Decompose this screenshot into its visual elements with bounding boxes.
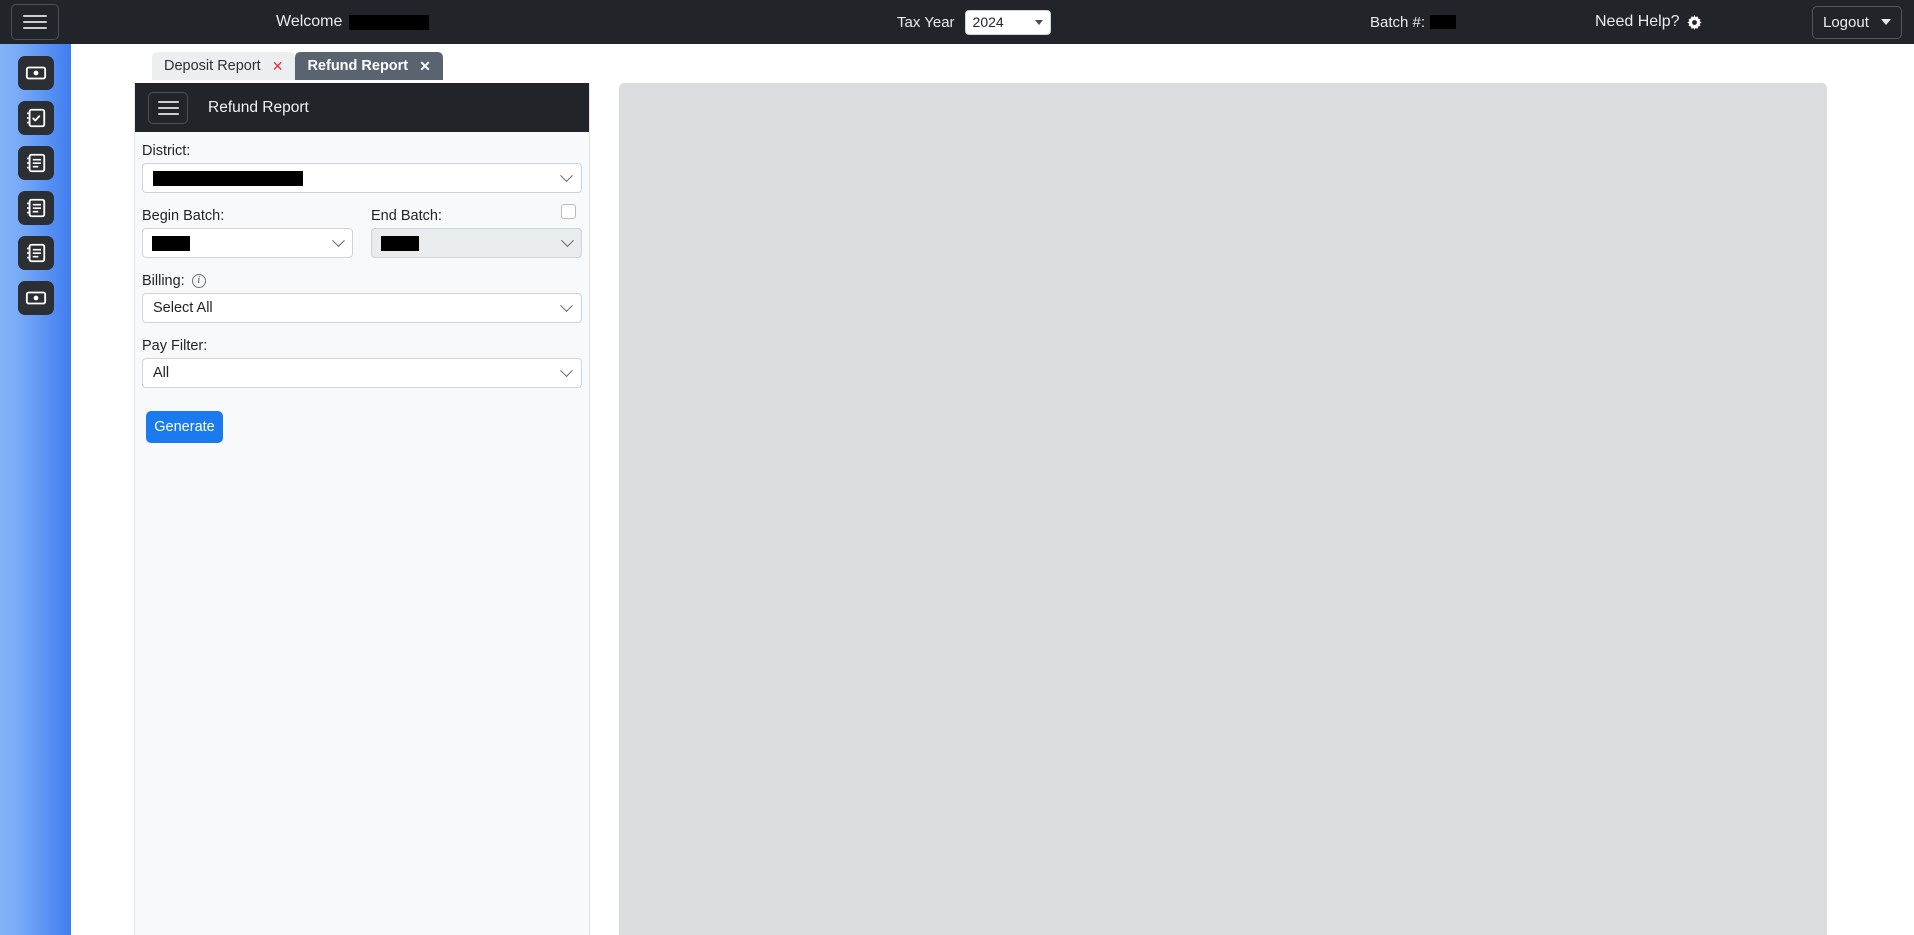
billing-label: Billing: <box>142 273 185 289</box>
chevron-down-icon <box>561 233 574 247</box>
rail-item-cash-report[interactable] <box>17 56 54 90</box>
main-menu-button[interactable] <box>11 4 59 40</box>
document-list-icon <box>26 198 45 218</box>
clipboard-check-icon <box>26 108 45 128</box>
billing-label-row: Billing: i <box>142 273 582 289</box>
batch-value-redacted <box>1430 15 1457 29</box>
begin-batch-label: Begin Batch: <box>142 208 225 224</box>
document-list-icon <box>26 153 45 173</box>
logout-button[interactable]: Logout <box>1812 5 1902 39</box>
begin-batch-value-redacted <box>152 235 190 251</box>
tab-deposit-report[interactable]: Deposit Report ✕ <box>152 52 296 80</box>
need-help-label: Need Help? <box>1595 13 1680 30</box>
pay-filter-value: All <box>153 365 170 381</box>
end-batch-select[interactable] <box>371 228 582 258</box>
panel-menu-button[interactable] <box>148 91 188 124</box>
district-select[interactable] <box>142 163 582 193</box>
panel-header: Refund Report <box>135 83 589 132</box>
rail-item-list-report-1[interactable] <box>17 146 54 180</box>
batch-label: Batch #: <box>1370 13 1426 31</box>
hamburger-icon-line <box>157 112 179 115</box>
gear-icon <box>1686 14 1702 30</box>
begin-batch-select[interactable] <box>142 228 353 258</box>
tab-label: Deposit Report <box>164 58 261 74</box>
need-help-button[interactable]: Need Help? <box>1595 13 1702 31</box>
end-batch-enable-checkbox[interactable] <box>561 204 576 219</box>
close-icon[interactable]: ✕ <box>419 59 431 73</box>
tab-refund-report[interactable]: Refund Report ✕ <box>295 52 443 80</box>
caret-down-icon <box>1034 19 1043 25</box>
refund-report-panel: Refund Report District: Begin Batch: End… <box>134 83 590 935</box>
page-title: Refund Report <box>208 98 309 116</box>
chevron-down-icon <box>560 363 573 377</box>
batch-number-block: Batch #: <box>1370 13 1457 31</box>
rail-item-deposit-report[interactable] <box>17 281 54 315</box>
hamburger-icon-line <box>157 106 179 109</box>
welcome-label: Welcome <box>276 13 343 30</box>
hamburger-icon-line <box>23 15 47 17</box>
tab-strip: Deposit Report ✕ Refund Report ✕ <box>71 44 1914 80</box>
hamburger-icon-line <box>157 100 179 103</box>
pay-filter-select[interactable]: All <box>142 358 582 388</box>
generate-button[interactable]: Generate <box>146 411 223 443</box>
chevron-down-icon <box>560 168 573 182</box>
end-batch-group: End Batch: <box>371 208 582 258</box>
content-canvas: Refund Report District: Begin Batch: End… <box>71 80 1914 935</box>
welcome-block: Welcome <box>276 13 430 31</box>
tax-year-value: 2024 <box>972 14 1004 30</box>
begin-batch-group: Begin Batch: <box>142 208 353 258</box>
district-label: District: <box>142 143 191 159</box>
hamburger-icon-line <box>23 27 47 29</box>
pay-filter-label: Pay Filter: <box>142 338 208 354</box>
panel-body: District: Begin Batch: End Batch: Billin… <box>135 132 589 443</box>
rail-item-list-report-3[interactable] <box>17 236 54 270</box>
chevron-down-icon <box>560 298 573 312</box>
rail-item-list-report-2[interactable] <box>17 191 54 225</box>
welcome-username-redacted <box>349 14 430 30</box>
left-icon-rail <box>0 44 71 935</box>
tax-year-block: Tax Year 2024 <box>897 9 1051 35</box>
billing-value: Select All <box>153 300 213 316</box>
tax-year-label: Tax Year <box>897 13 955 31</box>
info-circle-icon[interactable]: i <box>191 274 206 288</box>
batch-range-row: Begin Batch: End Batch: <box>142 204 582 258</box>
tax-year-select[interactable]: 2024 <box>964 9 1051 35</box>
billing-select[interactable]: Select All <box>142 293 582 323</box>
document-list-icon <box>26 243 45 263</box>
district-value-redacted <box>153 170 303 186</box>
chevron-down-icon <box>332 233 345 247</box>
end-batch-label: End Batch: <box>371 208 442 224</box>
tab-label: Refund Report <box>307 58 409 74</box>
top-header-bar: Welcome Tax Year 2024 Batch #: Need Help… <box>0 0 1914 44</box>
caret-down-icon <box>1881 19 1891 25</box>
close-icon[interactable]: ✕ <box>272 59 284 73</box>
hamburger-icon-line <box>23 21 47 23</box>
logout-label: Logout <box>1823 13 1869 31</box>
money-bill-icon <box>25 291 46 305</box>
report-output-area <box>619 83 1827 935</box>
money-bill-icon <box>25 66 46 80</box>
end-batch-value-redacted <box>381 235 419 251</box>
rail-item-checklist-report[interactable] <box>17 101 54 135</box>
